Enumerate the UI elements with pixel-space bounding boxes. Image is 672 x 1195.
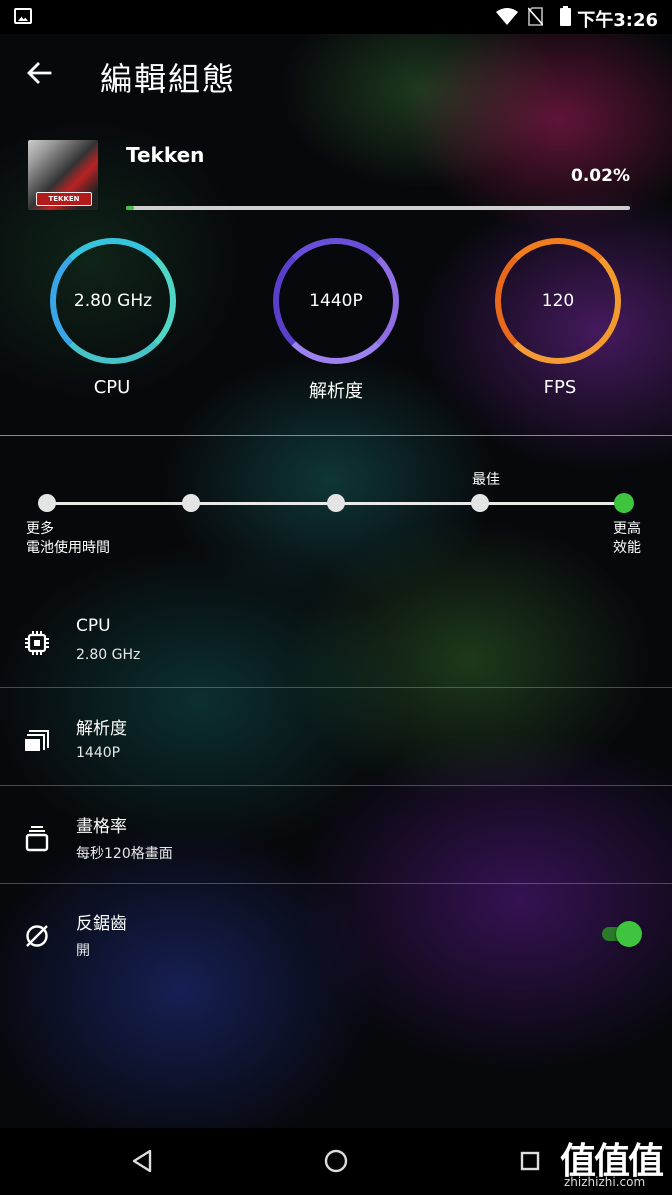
nav-home-icon[interactable] bbox=[322, 1147, 350, 1175]
slider-right-label-line1: 更高 bbox=[613, 521, 641, 537]
setting-title: 解析度 bbox=[76, 719, 127, 739]
game-thumbnail: TEKKEN bbox=[28, 140, 98, 210]
watermark-logo: 值值值 zhizhizhi.com bbox=[560, 1128, 672, 1195]
game-logo: TEKKEN bbox=[36, 192, 92, 206]
slider-step-4[interactable] bbox=[471, 494, 489, 512]
setting-value: 1440P bbox=[76, 745, 121, 761]
row-divider bbox=[0, 687, 672, 688]
setting-row-frame-rate[interactable]: 畫格率 每秒120格畫面 bbox=[0, 796, 672, 894]
status-time: 下午3:26 bbox=[577, 10, 658, 31]
usage-percent: 0.02% bbox=[571, 166, 630, 186]
slider-left-label: 更多 電池使用時間 bbox=[26, 520, 110, 558]
cpu-ring: 2.80 GHz bbox=[50, 238, 176, 364]
setting-row-cpu[interactable]: CPU 2.80 GHz bbox=[0, 600, 672, 698]
fps-ring: 120 bbox=[495, 238, 621, 364]
watermark-site: zhizhizhi.com bbox=[564, 1175, 646, 1189]
setting-value: 2.80 GHz bbox=[76, 647, 141, 663]
back-button[interactable] bbox=[22, 56, 56, 90]
slider-right-label: 更高 效能 bbox=[613, 520, 641, 558]
usage-progress-fill bbox=[126, 206, 134, 210]
slider-step-5-selected[interactable] bbox=[614, 493, 634, 513]
setting-row-anti-aliasing[interactable]: 反鋸齒 開 bbox=[0, 893, 672, 991]
page-title: 編輯組態 bbox=[100, 60, 237, 98]
cpu-chip-icon bbox=[22, 628, 52, 658]
frame-rate-icon bbox=[22, 824, 52, 854]
setting-value: 每秒120格畫面 bbox=[76, 846, 173, 862]
setting-row-resolution[interactable]: 解析度 1440P bbox=[0, 698, 672, 796]
wifi-icon bbox=[496, 8, 518, 25]
no-sim-icon bbox=[528, 7, 543, 26]
image-icon bbox=[14, 8, 32, 24]
nav-back-icon[interactable] bbox=[128, 1148, 156, 1174]
slider-best-label: 最佳 bbox=[472, 472, 500, 488]
section-divider bbox=[0, 435, 672, 436]
anti-aliasing-icon bbox=[22, 921, 52, 951]
game-name: Tekken bbox=[126, 143, 205, 167]
anti-aliasing-toggle[interactable] bbox=[598, 921, 642, 947]
status-bar: 下午3:26 bbox=[0, 0, 672, 34]
resolution-ring-label: 解析度 bbox=[309, 381, 363, 402]
slider-step-2[interactable] bbox=[182, 494, 200, 512]
row-divider bbox=[0, 785, 672, 786]
fps-ring-value: 120 bbox=[541, 291, 575, 311]
fps-ring-label: FPS bbox=[543, 377, 577, 398]
row-divider bbox=[0, 883, 672, 884]
resolution-ring: 1440P bbox=[273, 238, 399, 364]
slider-left-label-line2: 電池使用時間 bbox=[26, 540, 110, 556]
setting-value: 開 bbox=[76, 943, 90, 959]
slider-step-1[interactable] bbox=[38, 494, 56, 512]
setting-title: CPU bbox=[76, 616, 111, 636]
resolution-ring-value: 1440P bbox=[309, 291, 363, 311]
arrow-back-icon bbox=[27, 62, 52, 84]
slider-step-3[interactable] bbox=[327, 494, 345, 512]
setting-title: 畫格率 bbox=[76, 817, 127, 837]
setting-title: 反鋸齒 bbox=[76, 914, 127, 934]
resolution-icon bbox=[22, 726, 52, 756]
cpu-ring-value: 2.80 GHz bbox=[73, 291, 153, 311]
navigation-bar: 值值值 zhizhizhi.com bbox=[0, 1128, 672, 1195]
cpu-ring-label: CPU bbox=[93, 377, 131, 398]
slider-right-label-line2: 效能 bbox=[613, 540, 641, 556]
toggle-thumb[interactable] bbox=[616, 921, 642, 947]
nav-recents-icon[interactable] bbox=[518, 1149, 542, 1173]
usage-progress-track bbox=[126, 206, 630, 210]
slider-left-label-line1: 更多 bbox=[26, 521, 54, 537]
battery-icon bbox=[560, 6, 571, 26]
